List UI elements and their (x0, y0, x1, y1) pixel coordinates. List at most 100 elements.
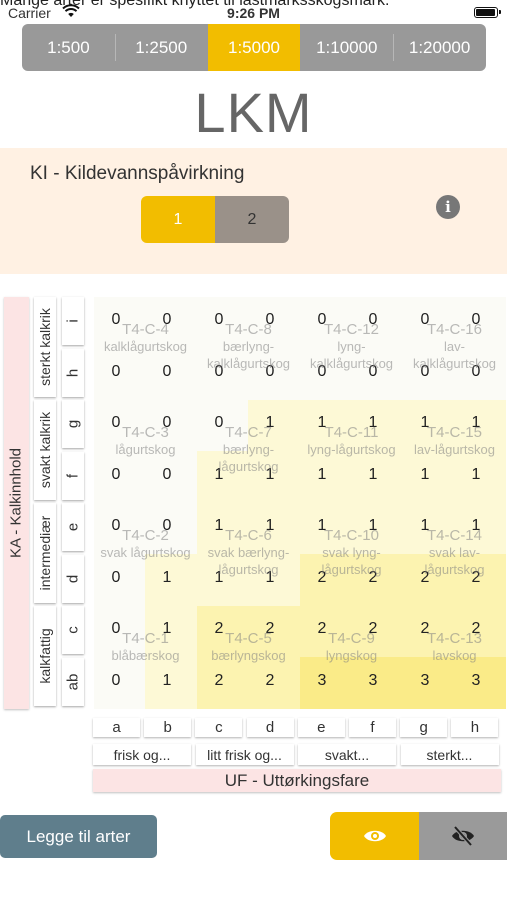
cell-value: 2 (214, 672, 224, 689)
ka-step-label: e (64, 522, 82, 532)
habitat-code: T4-C-15 (426, 424, 482, 441)
ka-step-box: g (62, 400, 84, 448)
habitat-code: T4-C-6 (225, 527, 272, 544)
ka-axis-label: KA - Kalkinnhold (4, 297, 29, 709)
ki-option-1[interactable]: 1 (141, 196, 215, 243)
ka-step-label: h (64, 368, 82, 377)
habitat-type-label[interactable]: T4-C-5 bærlyngskog (197, 630, 300, 664)
habitat-name: svak lyng-lågurtskog (321, 545, 382, 577)
scale-option-5000[interactable]: 1:5000 (207, 24, 301, 71)
uf-group-label: svakt... (298, 744, 396, 765)
clock: 9:26 PM (227, 5, 280, 21)
cell-value: 3 (368, 672, 378, 689)
habitat-code: T4-C-4 (122, 321, 169, 338)
uf-step-label: c (195, 718, 243, 737)
habitat-type-label[interactable]: T4-C-12 lyng-kalklågurtskog (300, 321, 403, 372)
ka-group-label: intermediær (37, 515, 53, 591)
ka-step-box: d (62, 554, 84, 603)
cell-value: 2 (265, 672, 275, 689)
cell-value: 1 (368, 466, 378, 483)
cell-value: 1 (162, 569, 172, 586)
show-button[interactable] (330, 812, 419, 860)
habitat-type-label[interactable]: T4-C-8 bærlyng-kalklågurtskog (197, 321, 300, 372)
cell-value: 3 (471, 672, 481, 689)
ka-group-box: svakt kalkrik (34, 400, 56, 500)
habitat-name: svak lav-lågurtskog (424, 545, 485, 577)
ki-toggle: 1 2 (141, 196, 289, 243)
habitat-name: lavskog (432, 648, 477, 663)
cell-value: 3 (317, 672, 327, 689)
scale-option-20000[interactable]: 1:20000 (393, 24, 486, 71)
habitat-code: T4-C-3 (122, 424, 169, 441)
cell-value: 1 (420, 466, 430, 483)
battery-icon (474, 7, 501, 18)
habitat-name: lav-kalklågurtskog (412, 339, 497, 371)
ka-step-label: i (64, 319, 82, 323)
habitat-code: T4-C-12 (323, 321, 379, 338)
scale-option-2500[interactable]: 1:2500 (114, 24, 208, 71)
habitat-name: lav-lågurtskog (414, 442, 495, 457)
ka-step-label: c (64, 626, 82, 634)
uf-step-label: d (246, 718, 294, 737)
cell-value: 0 (111, 569, 121, 586)
scale-option-500[interactable]: 1:500 (22, 24, 115, 71)
ka-step-label: f (64, 473, 82, 478)
cell-value: 1 (471, 466, 481, 483)
uf-group-label: sterkt... (400, 744, 499, 765)
habitat-code: T4-C-1 (122, 630, 169, 647)
cell-value: 0 (111, 672, 121, 689)
habitat-name: lyng-lågurtskog (307, 442, 396, 457)
habitat-code: T4-C-13 (426, 630, 482, 647)
info-icon[interactable]: i (436, 195, 460, 219)
eye-off-icon (452, 826, 474, 846)
ka-step-label: ab (64, 673, 82, 690)
habitat-type-label[interactable]: T4-C-7 bærlyng-lågurtskog (197, 424, 300, 475)
ka-step-box: e (62, 503, 84, 551)
habitat-code: T4-C-10 (323, 527, 379, 544)
habitat-type-label[interactable]: T4-C-11 lyng-lågurtskog (300, 424, 403, 458)
habitat-type-label[interactable]: T4-C-15 lav-lågurtskog (403, 424, 506, 458)
habitat-type-label[interactable]: T4-C-4 kalklågurtskog (94, 321, 197, 355)
ka-group-label: kalkfattig (37, 628, 53, 684)
habitat-type-label[interactable]: T4-C-3 lågurtskog (94, 424, 197, 458)
ka-step-box: c (62, 606, 84, 654)
hide-button[interactable] (419, 812, 507, 860)
habitat-code: T4-C-7 (225, 424, 272, 441)
uf-group-label: frisk og... (93, 744, 191, 765)
ki-option-2[interactable]: 2 (215, 196, 289, 243)
habitat-type-label[interactable]: T4-C-10 svak lyng-lågurtskog (300, 527, 403, 578)
add-species-button[interactable]: Legge til arter (0, 815, 157, 858)
ki-label: KI - Kildevannspåvirkning (30, 163, 245, 184)
ka-step-box: h (62, 348, 84, 397)
habitat-name: svak bærlyng-lågurtskog (207, 545, 290, 577)
habitat-name: blåbærskog (111, 648, 180, 663)
uf-step-label: h (451, 718, 499, 737)
habitat-type-label[interactable]: T4-C-13 lavskog (403, 630, 506, 664)
habitat-type-label[interactable]: T4-C-6 svak bærlyng-lågurtskog (197, 527, 300, 578)
habitat-code: T4-C-8 (225, 321, 272, 338)
cell-value: 0 (162, 363, 172, 380)
cell-value: 0 (111, 363, 121, 380)
ka-group-box: kalkfattig (34, 606, 56, 706)
scale-option-10000[interactable]: 1:10000 (300, 24, 393, 71)
habitat-code: T4-C-14 (426, 527, 482, 544)
habitat-type-label[interactable]: T4-C-1 blåbærskog (94, 630, 197, 664)
habitat-type-label[interactable]: T4-C-2 svak lågurtskog (94, 527, 197, 561)
habitat-type-label[interactable]: T4-C-16 lav-kalklågurtskog (403, 321, 506, 372)
ka-step-box: i (62, 297, 84, 345)
ka-step-label: d (64, 574, 82, 583)
habitat-type-label[interactable]: T4-C-9 lyngskog (300, 630, 403, 664)
habitat-name: bærlyng-lågurtskog (218, 442, 279, 474)
eye-icon (363, 830, 386, 842)
uf-step-label: b (144, 718, 192, 737)
uf-step-label: g (400, 718, 448, 737)
cell-value: 3 (420, 672, 430, 689)
ka-label: KA - Kalkinnhold (7, 447, 25, 559)
habitat-name: kalklågurtskog (103, 339, 188, 354)
ka-group-box: intermediær (34, 503, 56, 603)
ka-group-box: sterkt kalkrik (34, 297, 56, 397)
habitat-code: T4-C-5 (225, 630, 272, 647)
habitat-name: bærlyngskog (211, 648, 286, 663)
habitat-type-label[interactable]: T4-C-14 svak lav-lågurtskog (403, 527, 506, 578)
ka-step-box: ab (62, 657, 84, 706)
